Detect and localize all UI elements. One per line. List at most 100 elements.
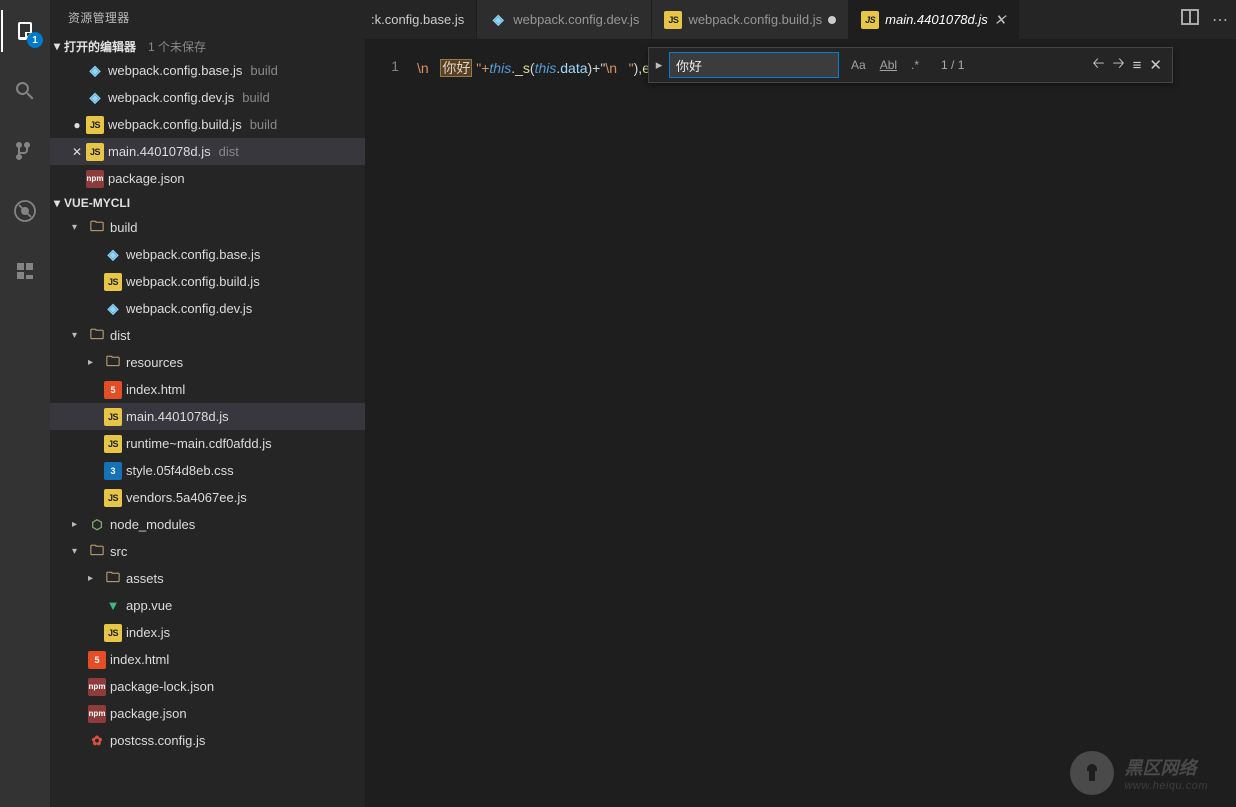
activity-bar: 1 xyxy=(0,0,50,807)
vue-icon: ▼ xyxy=(104,597,122,615)
find-next-icon[interactable]: 🡢 xyxy=(1112,53,1124,78)
folder-icon: 🗀 xyxy=(104,354,122,372)
npm-icon: npm xyxy=(86,170,104,188)
tree-item[interactable]: ◈webpack.config.base.js xyxy=(50,241,365,268)
activity-scm[interactable] xyxy=(1,130,49,172)
tree-item[interactable]: ▾🗀dist xyxy=(50,322,365,349)
more-icon[interactable]: ⋯ xyxy=(1212,10,1228,30)
tree-item[interactable]: JSruntime~main.cdf0afdd.js xyxy=(50,430,365,457)
find-regex[interactable]: .* xyxy=(907,56,923,74)
webpack-icon: ◈ xyxy=(86,62,104,80)
webpack-icon: ◈ xyxy=(489,11,507,29)
open-editors-header[interactable]: ▾ 打开的编辑器 1 个未保存 xyxy=(50,35,365,57)
editor-area: :k.config.base.js◈webpack.config.dev.jsJ… xyxy=(365,0,1236,807)
editor-tabs: :k.config.base.js◈webpack.config.dev.jsJ… xyxy=(365,0,1236,40)
open-editor-item[interactable]: ●JSwebpack.config.build.jsbuild xyxy=(50,111,365,138)
watermark: 黑区网络 www.heiqu.com xyxy=(1070,751,1208,795)
editor-tab[interactable]: JSmain.4401078d.js✕ xyxy=(849,0,1019,39)
tree-item[interactable]: ▾🗀src xyxy=(50,538,365,565)
open-editor-item[interactable]: ◈webpack.config.dev.jsbuild xyxy=(50,84,365,111)
editor-status-icon: ● xyxy=(72,118,82,132)
chevron-down-icon: ▾ xyxy=(54,39,60,53)
code-editor[interactable]: 1 \n 你好 "+this._s(this.data)+"\n "),e("i… xyxy=(365,40,1236,807)
tree-item[interactable]: npmpackage.json xyxy=(50,700,365,727)
tree-item[interactable]: npmpackage-lock.json xyxy=(50,673,365,700)
chevron-icon: ▸ xyxy=(88,357,100,368)
editor-tab[interactable]: :k.config.base.js xyxy=(365,0,477,39)
folder-icon: 🗀 xyxy=(88,327,106,345)
find-expand-icon[interactable]: ▸ xyxy=(649,57,669,73)
folder-assets-icon: 🗀 xyxy=(104,570,122,588)
tab-actions: ⋯ xyxy=(1170,0,1236,39)
npm-icon: npm xyxy=(88,705,106,723)
activity-explorer[interactable]: 1 xyxy=(1,10,49,52)
find-prev-icon[interactable]: 🡠 xyxy=(1092,53,1104,78)
css-icon: 3 xyxy=(104,462,122,480)
npm-icon: npm xyxy=(88,678,106,696)
js-icon: JS xyxy=(104,489,122,507)
chevron-icon: ▸ xyxy=(72,519,84,530)
tree-item[interactable]: JSmain.4401078d.js xyxy=(50,403,365,430)
html-icon: 5 xyxy=(104,381,122,399)
find-whole-word[interactable]: Abl xyxy=(876,56,901,74)
gutter: 1 xyxy=(365,58,417,807)
js-icon: JS xyxy=(86,116,104,134)
watermark-logo-icon xyxy=(1070,751,1114,795)
tree-item[interactable]: ▾🗀build xyxy=(50,214,365,241)
open-editor-item[interactable]: npmpackage.json xyxy=(50,165,365,192)
webpack-icon: ◈ xyxy=(104,246,122,264)
sidebar: 资源管理器 ▾ 打开的编辑器 1 个未保存 ◈webpack.config.ba… xyxy=(50,0,365,807)
chevron-down-icon: ▾ xyxy=(54,196,60,210)
tree-item[interactable]: ▸🗀resources xyxy=(50,349,365,376)
activity-debug[interactable] xyxy=(1,190,49,232)
open-editor-item[interactable]: ◈webpack.config.base.jsbuild xyxy=(50,57,365,84)
chevron-icon: ▸ xyxy=(88,573,100,584)
node-icon: ⬡ xyxy=(88,516,106,534)
editor-tab[interactable]: ◈webpack.config.dev.js xyxy=(477,0,652,39)
chevron-icon: ▾ xyxy=(72,222,84,233)
js-icon: JS xyxy=(86,143,104,161)
editor-tab[interactable]: JSwebpack.config.build.js xyxy=(652,0,849,39)
activity-search[interactable] xyxy=(1,70,49,112)
dirty-icon xyxy=(828,16,836,24)
split-editor-icon[interactable] xyxy=(1178,5,1202,34)
js-icon: JS xyxy=(104,273,122,291)
code-line: \n 你好 "+this._s(this.data)+"\n "),e("img… xyxy=(417,58,1236,807)
find-match-case[interactable]: Aa xyxy=(847,56,870,74)
find-close-icon[interactable]: ✕ xyxy=(1149,56,1162,74)
find-count: 1 / 1 xyxy=(941,58,964,72)
close-icon[interactable]: ✕ xyxy=(994,11,1007,29)
tree-item[interactable]: 3style.05f4d8eb.css xyxy=(50,457,365,484)
explorer-badge: 1 xyxy=(27,32,43,48)
open-editors-list: ◈webpack.config.base.jsbuild◈webpack.con… xyxy=(50,57,365,192)
tree-item[interactable]: ◈webpack.config.dev.js xyxy=(50,295,365,322)
webpack-icon: ◈ xyxy=(86,89,104,107)
webpack-icon: ◈ xyxy=(104,300,122,318)
postcss-icon: ✿ xyxy=(88,732,106,750)
project-tree: ▾🗀build◈webpack.config.base.jsJSwebpack.… xyxy=(50,214,365,807)
find-in-selection-icon[interactable]: ≡ xyxy=(1133,57,1142,74)
project-header[interactable]: ▾ VUE-MYCLI xyxy=(50,192,365,214)
activity-extensions[interactable] xyxy=(1,250,49,292)
chevron-icon: ▾ xyxy=(72,330,84,341)
tree-item[interactable]: ✿postcss.config.js xyxy=(50,727,365,754)
tree-item[interactable]: ▼app.vue xyxy=(50,592,365,619)
tree-item[interactable]: JSwebpack.config.build.js xyxy=(50,268,365,295)
editor-status-icon: ✕ xyxy=(72,145,82,159)
open-editor-item[interactable]: ✕JSmain.4401078d.jsdist xyxy=(50,138,365,165)
tree-item[interactable]: JSindex.js xyxy=(50,619,365,646)
folder-icon: 🗀 xyxy=(88,219,106,237)
html-icon: 5 xyxy=(88,651,106,669)
tree-item[interactable]: JSvendors.5a4067ee.js xyxy=(50,484,365,511)
js-icon: JS xyxy=(861,11,879,29)
tree-item[interactable]: ▸🗀assets xyxy=(50,565,365,592)
find-input[interactable] xyxy=(669,52,839,78)
tree-item[interactable]: 5index.html xyxy=(50,646,365,673)
js-icon: JS xyxy=(104,624,122,642)
tree-item[interactable]: ▸⬡node_modules xyxy=(50,511,365,538)
sidebar-title: 资源管理器 xyxy=(50,0,365,35)
tree-item[interactable]: 5index.html xyxy=(50,376,365,403)
chevron-icon: ▾ xyxy=(72,546,84,557)
js-icon: JS xyxy=(664,11,682,29)
find-widget: ▸ Aa Abl .* 1 / 1 🡠 🡢 ≡ ✕ xyxy=(648,47,1173,83)
